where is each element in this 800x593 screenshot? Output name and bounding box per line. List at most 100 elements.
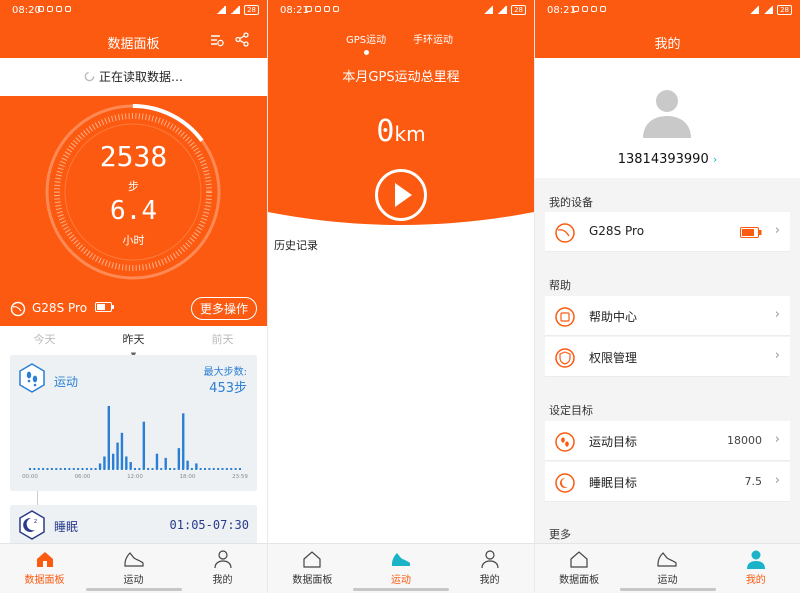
status-bar: 08:21 28 bbox=[535, 0, 800, 24]
settings-list-icon[interactable] bbox=[210, 33, 224, 47]
baseline-dot bbox=[33, 468, 36, 470]
device-row[interactable]: G28S Pro › bbox=[545, 212, 790, 252]
sport-card[interactable]: 运动 最大步数: 453步 00:00 06:00 12:00 18:00 23:59 bbox=[10, 355, 257, 491]
baseline-dot bbox=[204, 468, 206, 470]
battery-icon bbox=[740, 227, 762, 238]
nav-label: 我的 bbox=[212, 575, 233, 586]
nav-sport[interactable]: 运动 bbox=[357, 544, 446, 593]
chevron-right-icon: › bbox=[774, 432, 780, 447]
step-bar bbox=[116, 442, 119, 469]
day-tab[interactable]: 前天 bbox=[178, 326, 267, 352]
baseline-dot bbox=[190, 468, 193, 470]
system-icons: 28 bbox=[749, 5, 792, 15]
nav-me[interactable]: 我的 bbox=[712, 544, 800, 593]
shoe-icon bbox=[657, 552, 678, 567]
start-run-button[interactable] bbox=[374, 168, 428, 222]
baseline-dot bbox=[239, 468, 241, 470]
tab-band-sport[interactable]: 手环运动 bbox=[413, 31, 453, 46]
status-bar: 08:21 28 bbox=[268, 0, 534, 24]
steps-unit: 步 bbox=[128, 180, 139, 193]
permission-row[interactable]: 权限管理 › bbox=[545, 337, 790, 377]
loading-text: 正在读取数据… bbox=[98, 70, 183, 84]
phone-number: 13814393990 bbox=[617, 152, 709, 167]
notification-icons bbox=[573, 6, 606, 12]
baseline-dot bbox=[138, 468, 141, 470]
baseline-dot bbox=[230, 468, 233, 470]
phone-number-row[interactable]: 13814393990 › bbox=[535, 152, 800, 167]
page-title: 数据面板 bbox=[107, 37, 160, 52]
step-bar bbox=[177, 448, 181, 469]
x-tick-label: 12:00 bbox=[127, 474, 143, 480]
step-bar bbox=[98, 463, 102, 469]
step-bar bbox=[186, 460, 189, 469]
nav-dashboard[interactable]: 数据面板 bbox=[0, 544, 89, 593]
sleep-goal-label: 睡眠目标 bbox=[589, 476, 638, 490]
nav-label: 数据面板 bbox=[24, 575, 65, 586]
home-icon bbox=[303, 551, 321, 568]
tab-gps-sport[interactable]: GPS运动 bbox=[346, 31, 386, 46]
baseline-dot bbox=[42, 468, 45, 470]
x-tick-label: 06:00 bbox=[75, 474, 91, 480]
profile-card: 13814393990 › bbox=[535, 58, 800, 178]
system-icons: 28 bbox=[483, 5, 526, 15]
nav-sport[interactable]: 运动 bbox=[623, 544, 711, 593]
sport-goal-label: 运动目标 bbox=[589, 435, 638, 449]
footprints-icon bbox=[19, 363, 45, 393]
day-selector: 今天 昨天▼ 前天 bbox=[0, 326, 267, 359]
step-bar bbox=[103, 456, 106, 469]
nav-sport[interactable]: 运动 bbox=[89, 544, 178, 593]
share-icon[interactable] bbox=[235, 32, 249, 47]
loading-banner: 正在读取数据… bbox=[0, 58, 267, 96]
step-bar bbox=[155, 453, 159, 469]
nav-me[interactable]: 我的 bbox=[178, 544, 267, 593]
battery-level: 28 bbox=[511, 5, 526, 15]
baseline-dot bbox=[169, 468, 171, 470]
baseline-dot bbox=[59, 468, 62, 470]
nav-dashboard[interactable]: 数据面板 bbox=[268, 544, 357, 593]
chevron-right-icon: › bbox=[774, 348, 780, 363]
more-actions-button[interactable]: 更多操作 bbox=[190, 297, 257, 320]
person-icon bbox=[213, 550, 232, 569]
baseline-dot bbox=[37, 468, 40, 470]
section-help: 帮助 bbox=[549, 279, 571, 292]
baseline-dot bbox=[212, 468, 215, 470]
help-center-row[interactable]: 帮助中心 › bbox=[545, 296, 790, 336]
baseline-dot bbox=[55, 468, 58, 470]
baseline-dot bbox=[50, 468, 53, 470]
sport-goal-row[interactable]: 运动目标 18000 › bbox=[545, 421, 790, 461]
baseline-dot bbox=[46, 468, 49, 470]
nav-label: 运动 bbox=[391, 575, 411, 586]
permission-label: 权限管理 bbox=[589, 351, 638, 365]
day-tab[interactable]: 今天 bbox=[0, 326, 89, 352]
person-icon bbox=[481, 550, 499, 569]
baseline-dot bbox=[225, 468, 228, 470]
history-link[interactable]: 历史记录 bbox=[274, 237, 318, 253]
section-my-devices: 我的设备 bbox=[549, 196, 593, 209]
sport-title: 运动 bbox=[54, 375, 79, 389]
gps-distance: 0km bbox=[268, 114, 534, 149]
chevron-right-icon: › bbox=[712, 153, 718, 166]
summary-ring-area: 2538 步 6.4 小时 bbox=[0, 96, 267, 326]
baseline-dot bbox=[151, 468, 154, 470]
sleep-goal-row[interactable]: 睡眠目标 7.5 › bbox=[545, 462, 790, 502]
nav-label: 数据面板 bbox=[559, 575, 600, 586]
avatar[interactable] bbox=[639, 82, 695, 138]
steps-value: 2538 bbox=[99, 140, 168, 173]
baseline-dot bbox=[72, 468, 75, 470]
x-tick-label: 23:59 bbox=[232, 474, 248, 480]
band-icon bbox=[555, 223, 575, 243]
baseline-dot bbox=[77, 468, 80, 470]
sport-goal-icon bbox=[555, 432, 575, 452]
sleep-card[interactable]: z 睡眠 01:05-07:30 bbox=[10, 505, 257, 545]
nav-me[interactable]: 我的 bbox=[445, 544, 534, 593]
baseline-dot bbox=[90, 468, 93, 470]
day-tab-selected[interactable]: 昨天▼ bbox=[89, 326, 178, 359]
battery-level: 28 bbox=[777, 5, 792, 15]
battery-level: 28 bbox=[244, 5, 259, 15]
nav-dashboard[interactable]: 数据面板 bbox=[535, 544, 623, 593]
hours-value: 6.4 bbox=[110, 196, 157, 226]
baseline-dot bbox=[68, 468, 71, 470]
svg-text:z: z bbox=[34, 518, 37, 525]
home-indicator bbox=[619, 588, 716, 591]
moon-sleep-icon: z bbox=[19, 510, 45, 540]
